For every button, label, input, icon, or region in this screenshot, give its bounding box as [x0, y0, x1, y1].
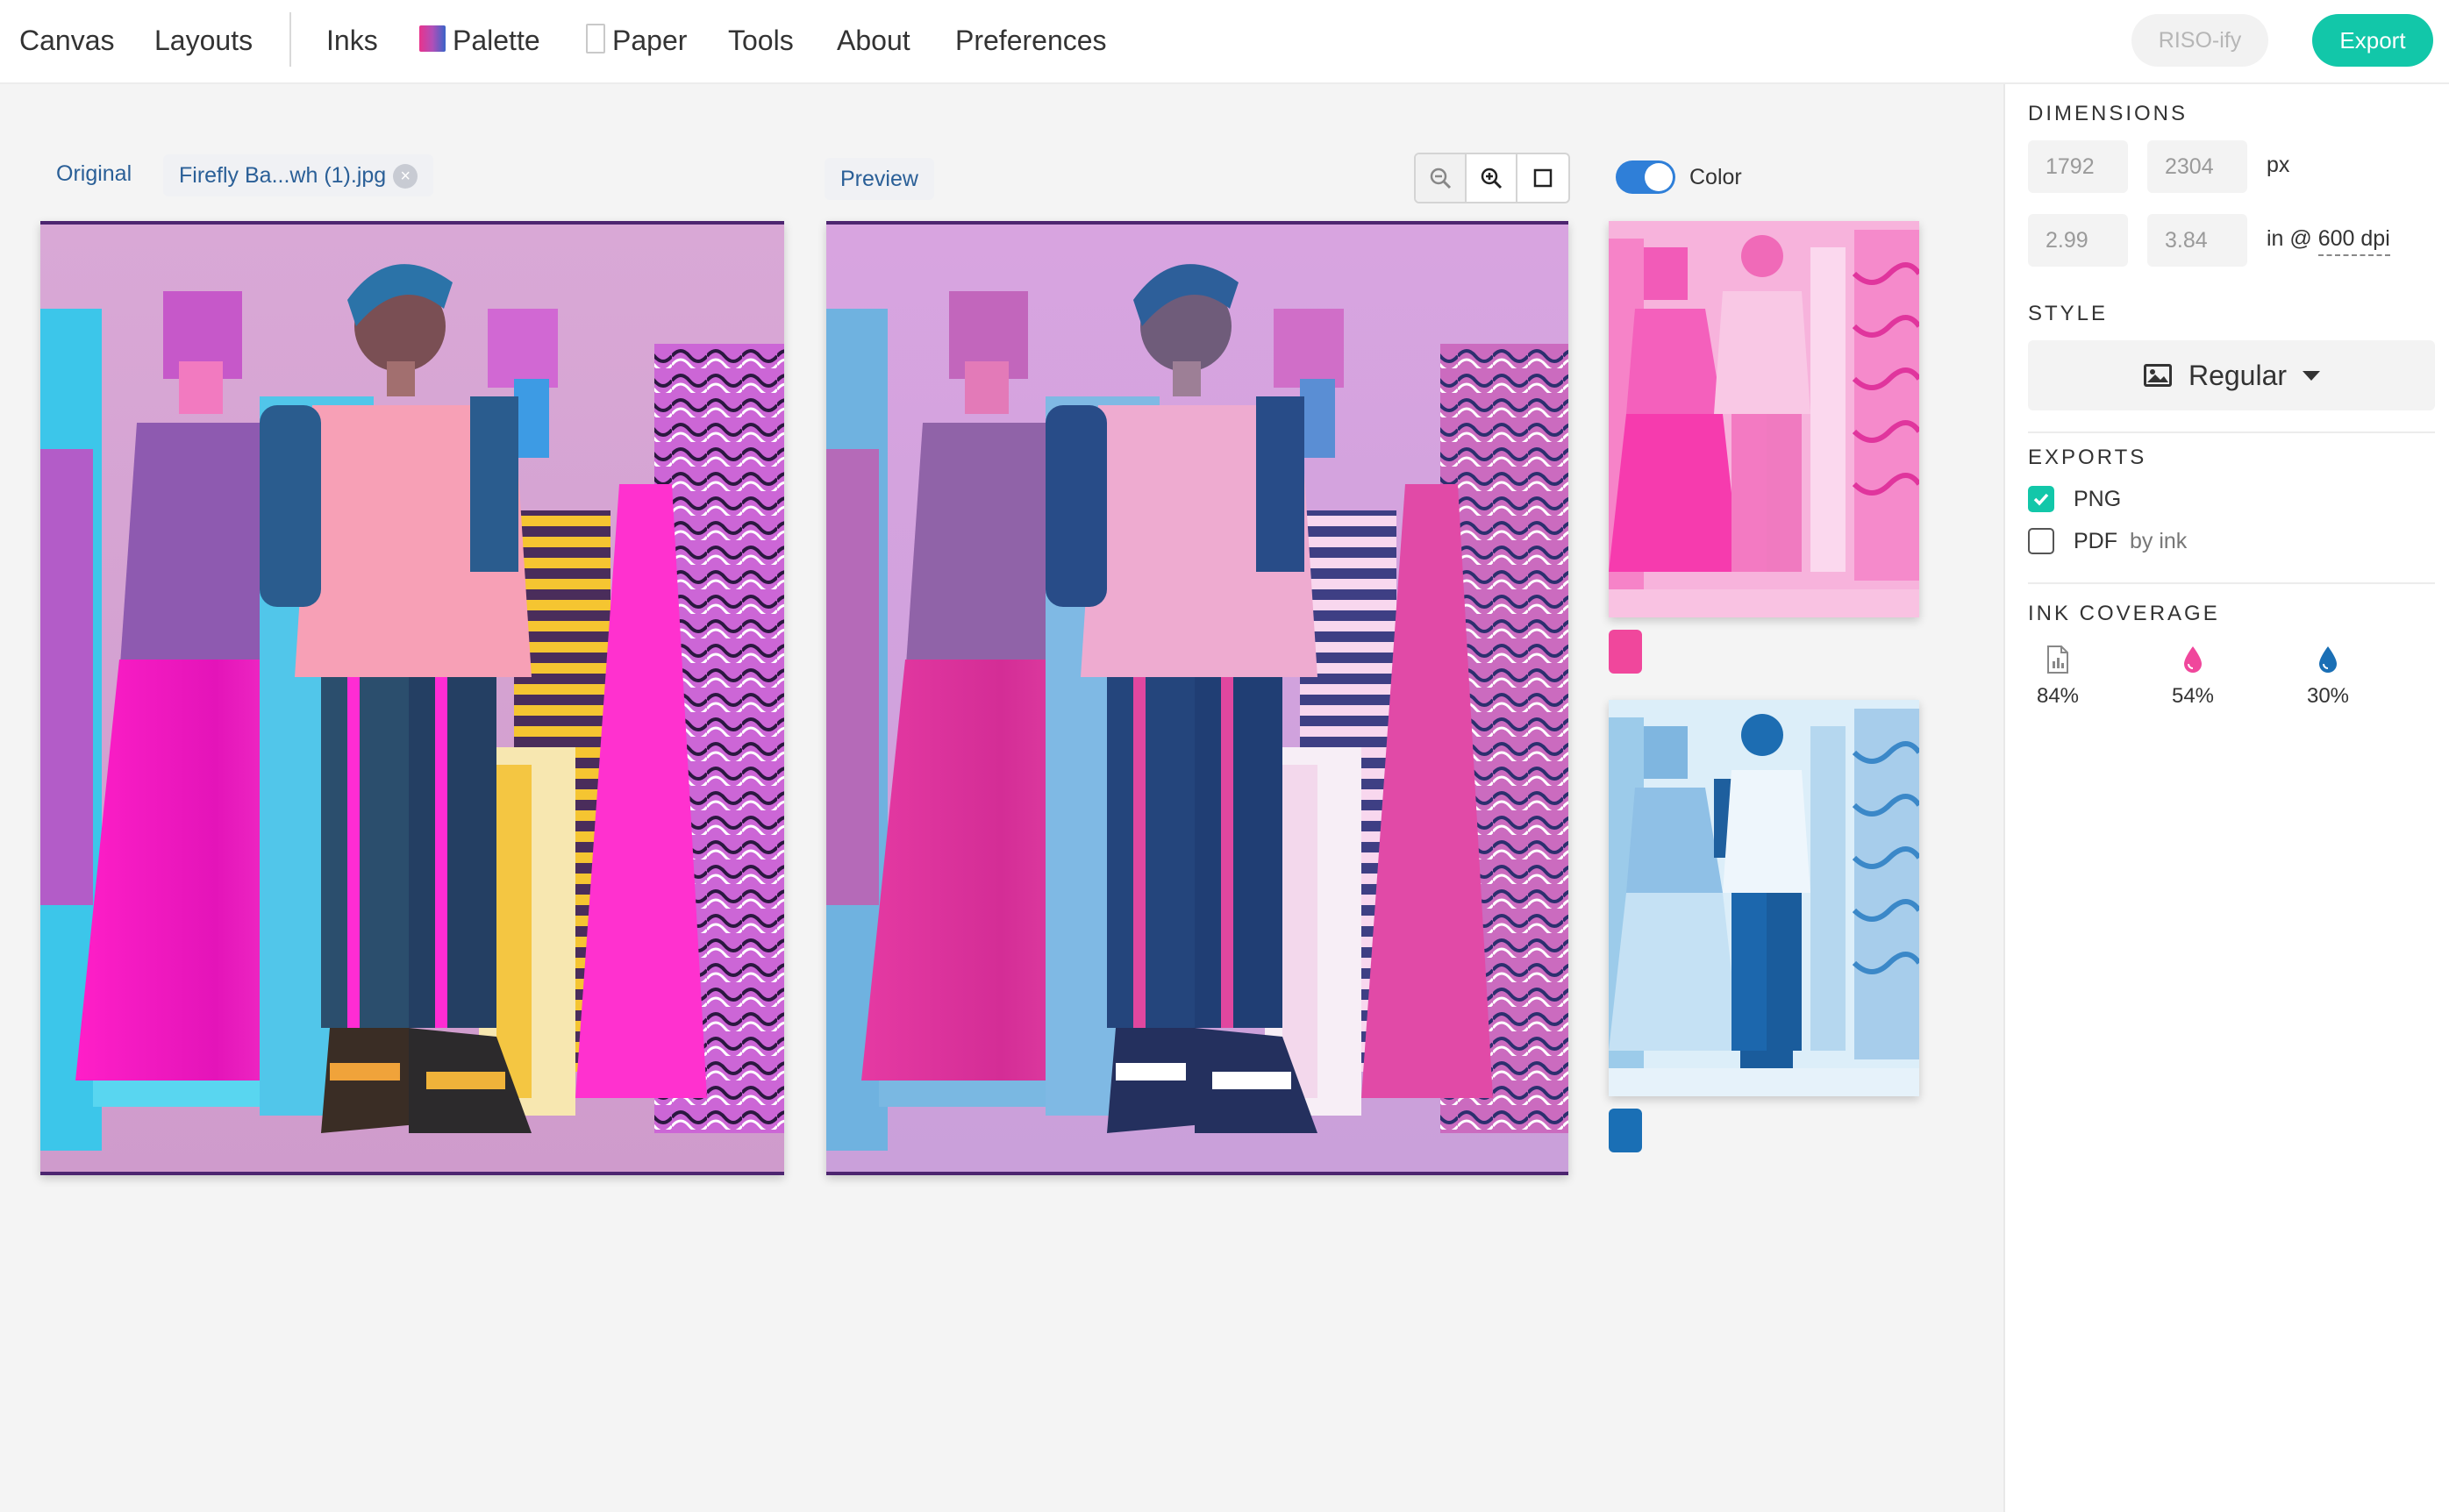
coverage-pink-value: 54%: [2171, 684, 2215, 708]
fit-frame-icon: [1533, 168, 1553, 188]
section-divider: [2028, 431, 2435, 433]
zoom-toolbar: [1414, 153, 1570, 203]
settings-panel: DIMENSIONS 1792 2304 px 2.99 3.84 in @ 6…: [2003, 84, 2449, 1512]
width-px-input[interactable]: 1792: [2028, 140, 2128, 193]
palette-icon: [419, 25, 446, 52]
export-pdf-option[interactable]: PDF by ink: [2028, 528, 2187, 554]
pdf-note: by ink: [2130, 528, 2188, 553]
color-toggle-label: Color: [1689, 165, 1742, 189]
pink-ink-drop-icon: [2184, 646, 2202, 673]
coverage-total: 84%: [2005, 645, 2110, 709]
fit-frame-button[interactable]: [1517, 154, 1568, 202]
nav-paper[interactable]: Paper: [586, 19, 687, 61]
color-toggle[interactable]: [1616, 160, 1675, 194]
height-in-input[interactable]: 3.84: [2147, 214, 2247, 267]
export-png-option[interactable]: PNG: [2028, 486, 2121, 512]
original-artwork: [40, 221, 784, 1175]
zoom-in-icon: [1481, 168, 1503, 189]
blue-ink-drop-icon: [2319, 646, 2337, 673]
nav-palette-label: Palette: [453, 25, 540, 56]
blue-separation-artwork: [1609, 700, 1919, 1096]
file-chip[interactable]: Firefly Ba...wh (1).jpg ×: [163, 154, 434, 196]
dpi-selector[interactable]: 600 dpi: [2317, 226, 2390, 256]
zoom-out-button[interactable]: [1416, 154, 1467, 202]
nav-layouts[interactable]: Layouts: [154, 19, 253, 61]
zoom-out-icon: [1430, 168, 1452, 189]
file-name: Firefly Ba...wh (1).jpg: [179, 163, 387, 188]
px-unit-label: px: [2267, 153, 2290, 177]
zoom-in-button[interactable]: [1467, 154, 1517, 202]
original-label: Original: [56, 161, 132, 186]
png-label: PNG: [2074, 486, 2122, 511]
riso-ify-button[interactable]: RISO-ify: [2131, 14, 2268, 67]
pdf-label: PDF: [2074, 528, 2117, 553]
checkmark-icon: [2033, 493, 2049, 506]
inch-unit-text: in @: [2267, 226, 2312, 251]
pink-ink-separation: [1609, 221, 1919, 617]
preview-artwork: [826, 221, 1568, 1175]
style-value: Regular: [2188, 359, 2288, 391]
section-divider: [2028, 582, 2435, 584]
nav-palette[interactable]: Palette: [419, 19, 540, 61]
chevron-down-icon: [2303, 371, 2321, 381]
nav-preferences[interactable]: Preferences: [955, 19, 1107, 61]
top-nav-bar: Canvas Layouts Inks Palette Paper Tools …: [0, 0, 2449, 84]
nav-canvas[interactable]: Canvas: [19, 19, 115, 61]
dimensions-title: DIMENSIONS: [2028, 102, 2188, 125]
width-in-input[interactable]: 2.99: [2028, 214, 2128, 267]
coverage-pink: 54%: [2140, 645, 2246, 709]
nav-divider: [289, 12, 291, 67]
ink-coverage-title: INK COVERAGE: [2028, 602, 2220, 625]
blue-ink-separation: [1609, 700, 1919, 1096]
blue-ink-swatch[interactable]: [1609, 1109, 1642, 1152]
png-checkbox[interactable]: [2028, 486, 2054, 512]
export-button[interactable]: Export: [2312, 14, 2433, 67]
nav-paper-label: Paper: [612, 25, 688, 56]
preview-image: [826, 221, 1568, 1175]
pink-ink-swatch[interactable]: [1609, 630, 1642, 674]
inch-unit-label: in @ 600 dpi: [2267, 226, 2390, 256]
image-icon: [2143, 364, 2172, 387]
nav-about[interactable]: About: [837, 19, 910, 61]
nav-tools[interactable]: Tools: [728, 19, 794, 61]
coverage-blue: 30%: [2275, 645, 2381, 709]
preview-label: Preview: [825, 158, 934, 200]
document-icon: [2047, 645, 2068, 674]
style-title: STYLE: [2028, 302, 2109, 325]
nav-inks[interactable]: Inks: [326, 19, 378, 61]
height-px-input[interactable]: 2304: [2147, 140, 2247, 193]
pdf-checkbox[interactable]: [2028, 528, 2054, 554]
paper-icon: [586, 24, 605, 53]
pink-separation-artwork: [1609, 221, 1919, 617]
coverage-total-value: 84%: [2036, 684, 2080, 708]
style-dropdown[interactable]: Regular: [2028, 340, 2435, 410]
exports-title: EXPORTS: [2028, 446, 2147, 469]
remove-file-icon[interactable]: ×: [393, 164, 418, 189]
coverage-blue-value: 30%: [2306, 684, 2350, 708]
original-image: [40, 221, 784, 1175]
